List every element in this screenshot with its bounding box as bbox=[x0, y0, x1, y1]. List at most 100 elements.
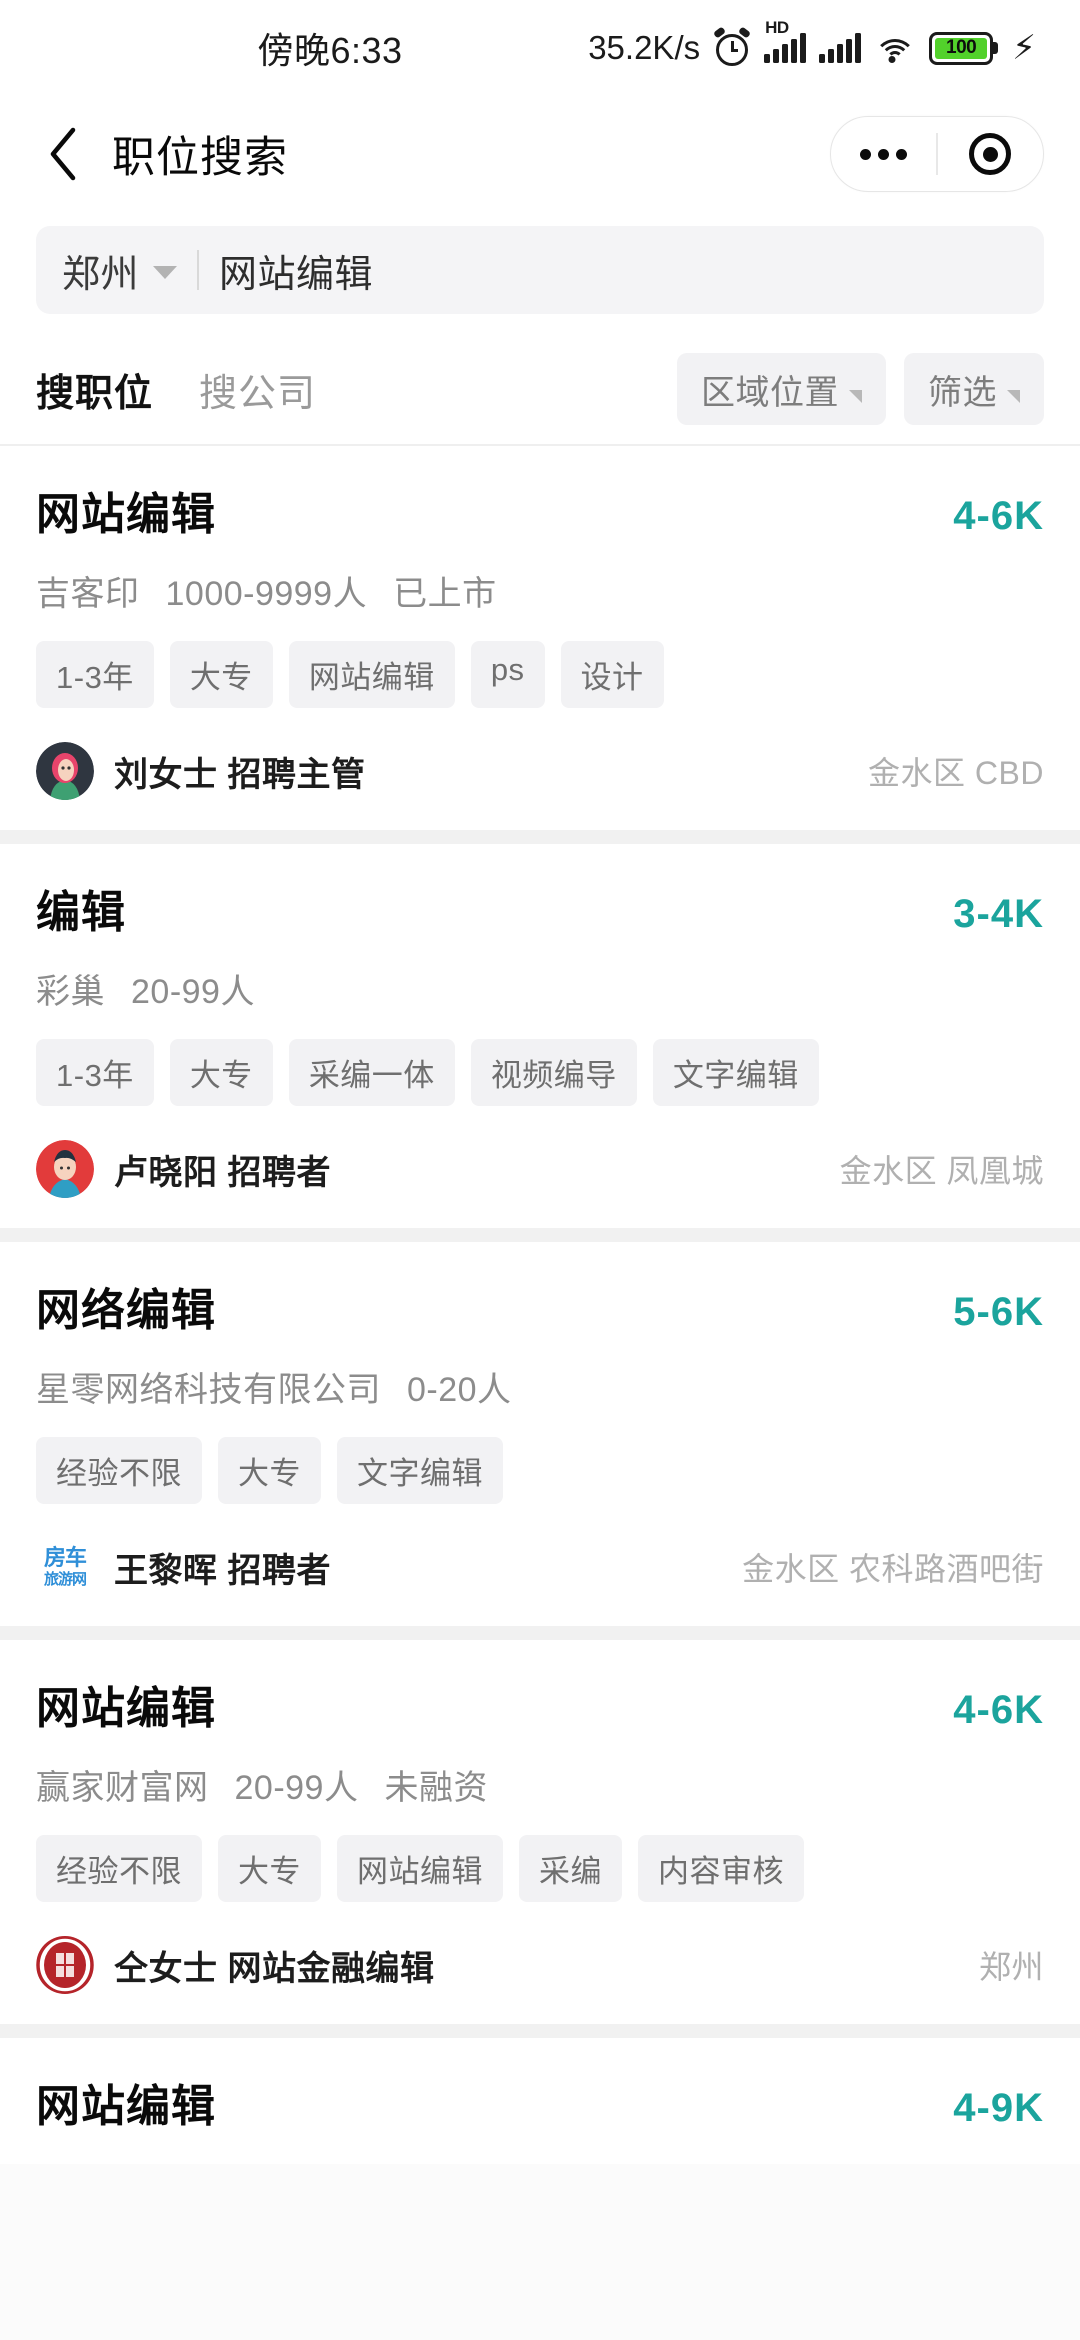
job-tag: 1-3年 bbox=[36, 1039, 154, 1106]
lightning-bolt-icon: ⚡ bbox=[1012, 29, 1036, 67]
job-salary: 4-6K bbox=[953, 1688, 1044, 1732]
back-chevron-icon[interactable] bbox=[36, 127, 90, 181]
job-salary: 3-4K bbox=[953, 892, 1044, 936]
filter-buttons: 区域位置 筛选 bbox=[677, 353, 1044, 425]
job-tag: 内容审核 bbox=[638, 1835, 804, 1902]
job-title: 网站编辑 bbox=[36, 2082, 216, 2131]
job-tag: 1-3年 bbox=[36, 641, 154, 708]
status-bar: 傍晚6:33 35.2K/s HD 100 ⚡ bbox=[0, 0, 1080, 96]
job-tag: 文字编辑 bbox=[337, 1437, 503, 1504]
wechat-capsule bbox=[830, 116, 1044, 192]
company-name: 赢家财富网 bbox=[36, 1769, 209, 1807]
job-header: 网站编辑 4-9K bbox=[36, 2070, 1044, 2134]
job-card[interactable]: 网络编辑 5-6K 星零网络科技有限公司 0-20人 经验不限 大专 文字编辑 … bbox=[0, 1242, 1080, 1626]
job-tag: 文字编辑 bbox=[652, 1039, 819, 1106]
search-divider bbox=[197, 250, 200, 290]
alarm-clock-icon bbox=[713, 26, 752, 67]
company-name: 星零网络科技有限公司 bbox=[36, 1371, 381, 1409]
recruiter-name: 仝女士 网站金融编辑 bbox=[114, 1949, 435, 1988]
chevron-down-icon bbox=[153, 266, 178, 279]
job-header: 网络编辑 5-6K bbox=[36, 1274, 1044, 1338]
page-title: 职位搜索 bbox=[112, 134, 288, 182]
company-size: 1000-9999人 bbox=[165, 575, 368, 613]
job-tag: 经验不限 bbox=[36, 1835, 202, 1902]
target-circle-icon[interactable] bbox=[938, 133, 1043, 175]
job-tag: 经验不限 bbox=[36, 1437, 202, 1504]
job-salary: 4-6K bbox=[953, 494, 1044, 538]
job-card[interactable]: 编辑 3-4K 彩巢 20-99人 1-3年 大专 采编一体 视频编导 文字编辑 bbox=[0, 844, 1080, 1228]
search-input[interactable]: 网站编辑 bbox=[219, 243, 373, 298]
job-location: 金水区 凤凰城 bbox=[839, 1153, 1044, 1189]
job-tag: 设计 bbox=[560, 641, 664, 708]
signal-bars-icon: HD bbox=[764, 18, 807, 63]
recruiter-avatar bbox=[36, 1140, 94, 1198]
job-tags: 经验不限 大专 文字编辑 bbox=[36, 1437, 1044, 1504]
filter-area-button[interactable]: 区域位置 bbox=[677, 353, 886, 425]
recruiter-name: 刘女士 招聘主管 bbox=[114, 755, 366, 794]
job-list[interactable]: 网站编辑 4-6K 吉客印 1000-9999人 已上市 1-3年 大专 网站编… bbox=[0, 446, 1080, 2164]
company-meta: 彩巢 20-99人 bbox=[36, 964, 1044, 1013]
company-logo-line1: 房车 bbox=[43, 1545, 87, 1570]
company-logo bbox=[36, 1936, 94, 1994]
recruiter-row: 房车 旅游网 王黎晖 招聘者 金水区 农科路酒吧街 bbox=[36, 1538, 1044, 1596]
network-speed-label: 35.2K/s bbox=[588, 29, 701, 66]
job-title: 网络编辑 bbox=[36, 1286, 216, 1335]
job-header: 网站编辑 4-6K bbox=[36, 1672, 1044, 1736]
job-card[interactable]: 网站编辑 4-6K 赢家财富网 20-99人 未融资 经验不限 大专 网站编辑 … bbox=[0, 1640, 1080, 2024]
wifi-icon bbox=[874, 32, 917, 64]
job-header: 编辑 3-4K bbox=[36, 876, 1044, 940]
city-selector[interactable]: 郑州 bbox=[62, 243, 178, 298]
job-location: 金水区 农科路酒吧街 bbox=[742, 1551, 1044, 1587]
search-bar[interactable]: 郑州 网站编辑 bbox=[36, 226, 1044, 314]
job-tag: 网站编辑 bbox=[337, 1835, 503, 1902]
job-tag: 网站编辑 bbox=[288, 641, 455, 708]
company-logo: 房车 旅游网 bbox=[36, 1538, 94, 1596]
company-size: 20-99人 bbox=[234, 1769, 359, 1807]
job-tag: 采编 bbox=[519, 1835, 622, 1902]
job-salary: 4-9K bbox=[953, 2086, 1044, 2130]
job-card[interactable]: 网站编辑 4-6K 吉客印 1000-9999人 已上市 1-3年 大专 网站编… bbox=[0, 446, 1080, 830]
company-stage: 未融资 bbox=[384, 1769, 488, 1807]
job-tags: 经验不限 大专 网站编辑 采编 内容审核 bbox=[36, 1835, 1044, 1902]
tab-search-companies[interactable]: 搜公司 bbox=[199, 362, 316, 417]
hd-label: HD bbox=[765, 18, 789, 37]
app-screen: 傍晚6:33 35.2K/s HD 100 ⚡ 职位搜索 郑州 网站编辑 搜职位… bbox=[0, 0, 1080, 2340]
filter-more-button[interactable]: 筛选 bbox=[904, 353, 1044, 425]
job-title: 编辑 bbox=[36, 888, 126, 937]
battery-percent-label: 100 bbox=[946, 37, 977, 58]
job-location: 金水区 CBD bbox=[868, 755, 1044, 791]
company-meta: 赢家财富网 20-99人 未融资 bbox=[36, 1760, 1044, 1809]
job-tags: 1-3年 大专 采编一体 视频编导 文字编辑 bbox=[36, 1039, 1044, 1106]
job-card[interactable]: 网站编辑 4-9K bbox=[0, 2038, 1080, 2164]
status-icons: 35.2K/s HD 100 ⚡ bbox=[588, 18, 1036, 67]
search-section: 郑州 网站编辑 bbox=[0, 212, 1080, 334]
job-location: 郑州 bbox=[978, 1949, 1044, 1985]
recruiter-row: 卢晓阳 招聘者 金水区 凤凰城 bbox=[36, 1140, 1044, 1198]
company-name: 吉客印 bbox=[36, 575, 140, 613]
job-salary: 5-6K bbox=[953, 1290, 1044, 1334]
job-tag: ps bbox=[470, 641, 545, 708]
job-title: 网站编辑 bbox=[36, 1684, 216, 1733]
recruiter-name: 卢晓阳 招聘者 bbox=[114, 1153, 331, 1192]
filter-caret-icon bbox=[1007, 389, 1020, 403]
tab-search-jobs[interactable]: 搜职位 bbox=[36, 362, 153, 417]
filter-area-label: 区域位置 bbox=[701, 373, 839, 412]
nav-bar: 职位搜索 bbox=[0, 96, 1080, 212]
filter-more-label: 筛选 bbox=[928, 373, 997, 412]
job-header: 网站编辑 4-6K bbox=[36, 478, 1044, 542]
recruiter-row: 刘女士 招聘主管 金水区 CBD bbox=[36, 742, 1044, 800]
job-tags: 1-3年 大专 网站编辑 ps 设计 bbox=[36, 641, 1044, 708]
tabs-row: 搜职位 搜公司 区域位置 筛选 bbox=[0, 334, 1080, 446]
company-logo-line2: 旅游网 bbox=[43, 1571, 87, 1588]
job-tag: 大专 bbox=[169, 641, 273, 708]
recruiter-name: 王黎晖 招聘者 bbox=[114, 1551, 331, 1590]
company-name: 彩巢 bbox=[36, 973, 105, 1011]
recruiter-avatar bbox=[36, 742, 94, 800]
signal-bars-icon-2 bbox=[819, 33, 862, 63]
company-meta: 吉客印 1000-9999人 已上市 bbox=[36, 566, 1044, 615]
battery-icon: 100 bbox=[929, 31, 999, 65]
job-tag: 大专 bbox=[169, 1039, 273, 1106]
more-dots-icon[interactable] bbox=[831, 148, 936, 160]
company-size: 20-99人 bbox=[131, 973, 255, 1011]
job-tag: 大专 bbox=[218, 1835, 321, 1902]
